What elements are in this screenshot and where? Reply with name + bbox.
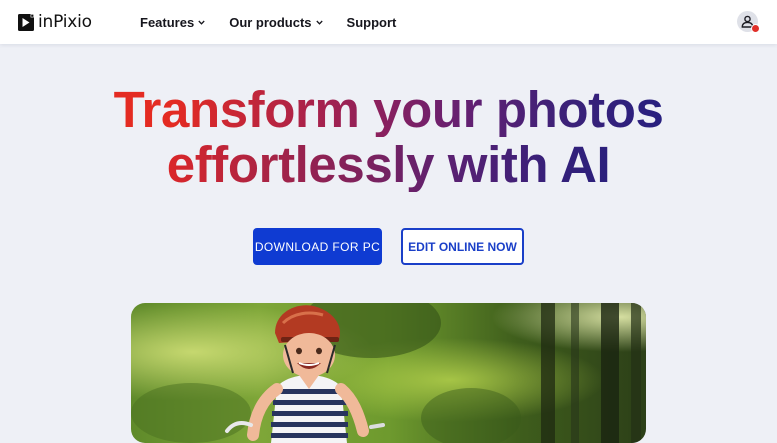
headline-line-1: Transform your photos: [0, 82, 777, 137]
nav-item-label: Features: [140, 14, 195, 30]
nav-item-label: Our products: [229, 14, 312, 30]
chevron-down-icon: [315, 20, 323, 25]
play-icon: [18, 13, 34, 31]
brand-name: inPixio: [38, 12, 92, 32]
notification-badge: [751, 24, 760, 33]
hero-image: [131, 303, 646, 443]
hero-photo-child-on-bike: [131, 303, 646, 443]
edit-online-now-button[interactable]: EDIT ONLINE NOW: [401, 228, 524, 265]
account-button[interactable]: [737, 11, 760, 33]
main-nav: Features Our products Support: [140, 0, 420, 44]
nav-item-label: Support: [346, 14, 397, 30]
chevron-down-icon: [198, 20, 205, 25]
brand-logo[interactable]: inPixio: [18, 12, 92, 32]
nav-item-features[interactable]: Features: [140, 15, 205, 30]
nav-item-support[interactable]: Support: [347, 15, 397, 30]
hero-headline: Transform your photos effortlessly with …: [0, 82, 777, 192]
nav-item-our-products[interactable]: Our products: [229, 14, 323, 30]
headline-line-2: effortlessly with AI: [0, 137, 777, 192]
site-header: inPixio Features Our products Support: [0, 0, 777, 44]
download-for-pc-button[interactable]: DOWNLOAD FOR PC: [253, 228, 382, 265]
